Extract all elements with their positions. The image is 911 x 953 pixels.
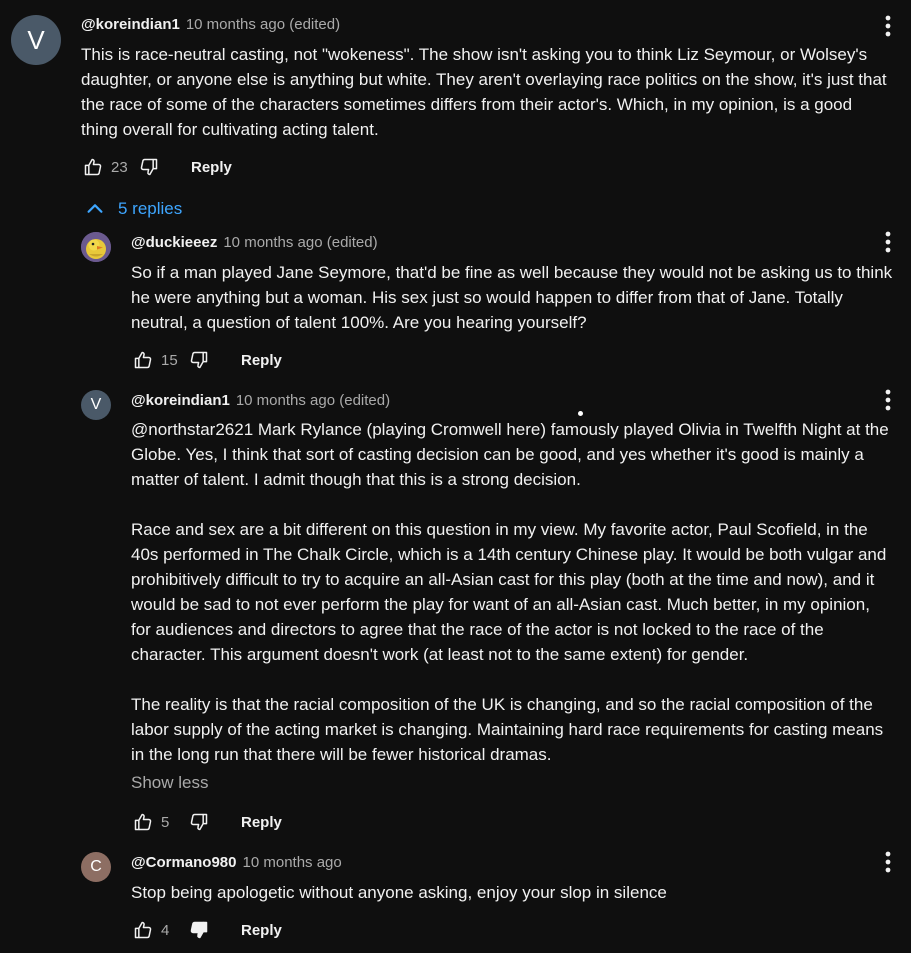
avatar-letter: V — [27, 24, 45, 55]
comment-timestamp[interactable]: 10 months ago — [243, 854, 342, 871]
avatar[interactable] — [81, 232, 111, 262]
duck-avatar-image — [81, 232, 111, 262]
comment-author[interactable]: @koreindian1 — [131, 392, 230, 409]
comment-timestamp[interactable]: 10 months ago (edited) — [223, 234, 377, 251]
comment-text: So if a man played Jane Seymore, that'd … — [131, 263, 893, 332]
comment-text: This is race-neutral casting, not "woken… — [81, 45, 887, 139]
avatar[interactable]: C — [81, 852, 111, 882]
like-count: 23 — [111, 158, 128, 176]
chevron-up-icon — [87, 204, 103, 213]
comment-text: @northstar2621 Mark Rylance (playing Cro… — [131, 420, 889, 764]
comment-text: Stop being apologetic without anyone ask… — [131, 883, 667, 902]
like-count: 4 — [161, 921, 170, 939]
comment-author[interactable]: @Cormano980 — [131, 854, 237, 871]
comment-timestamp[interactable]: 10 months ago (edited) — [186, 16, 340, 33]
more-vert-icon[interactable] — [878, 230, 898, 254]
reply-button[interactable]: Reply — [241, 352, 282, 369]
comment-header: @koreindian1 10 months ago (edited) — [131, 392, 390, 409]
comment-header: @koreindian1 10 months ago (edited) — [81, 16, 340, 33]
avatar[interactable]: V — [11, 15, 61, 65]
comment-timestamp[interactable]: 10 months ago (edited) — [236, 392, 390, 409]
comment-header: @Cormano980 10 months ago — [131, 854, 342, 871]
more-vert-icon[interactable] — [878, 388, 898, 412]
like-count: 15 — [161, 351, 178, 369]
avatar-letter: V — [90, 396, 102, 413]
more-vert-icon[interactable] — [878, 14, 898, 38]
comment-actions: 23 Reply — [81, 155, 232, 179]
thumb-down-icon[interactable] — [187, 810, 211, 834]
like-count: 5 — [161, 813, 170, 831]
avatar[interactable]: V — [81, 390, 111, 420]
thumb-down-filled-icon[interactable] — [187, 918, 211, 942]
replies-toggle-button[interactable]: 5 replies — [84, 198, 182, 220]
cursor-indicator — [578, 411, 583, 416]
reply-button[interactable]: Reply — [241, 922, 282, 939]
comment-actions: 15 Reply — [131, 348, 282, 372]
thumb-up-icon[interactable] — [81, 155, 105, 179]
comment-author[interactable]: @duckieeez — [131, 234, 217, 251]
comment-header: @duckieeez 10 months ago (edited) — [131, 234, 378, 251]
replies-count-label: 5 replies — [118, 199, 183, 218]
show-less-button[interactable]: Show less — [131, 773, 208, 793]
thumb-up-icon[interactable] — [131, 918, 155, 942]
thumb-down-icon[interactable] — [187, 348, 211, 372]
reply-button[interactable]: Reply — [191, 159, 232, 176]
more-vert-icon[interactable] — [878, 850, 898, 874]
thumb-down-icon[interactable] — [137, 155, 161, 179]
thumb-up-icon[interactable] — [131, 810, 155, 834]
reply-button[interactable]: Reply — [241, 814, 282, 831]
thumb-up-icon[interactable] — [131, 348, 155, 372]
comment-actions: 5 Reply — [131, 810, 282, 834]
avatar-letter: C — [90, 858, 102, 875]
comment-author[interactable]: @koreindian1 — [81, 16, 180, 33]
comment-actions: 4 Reply — [131, 918, 282, 942]
